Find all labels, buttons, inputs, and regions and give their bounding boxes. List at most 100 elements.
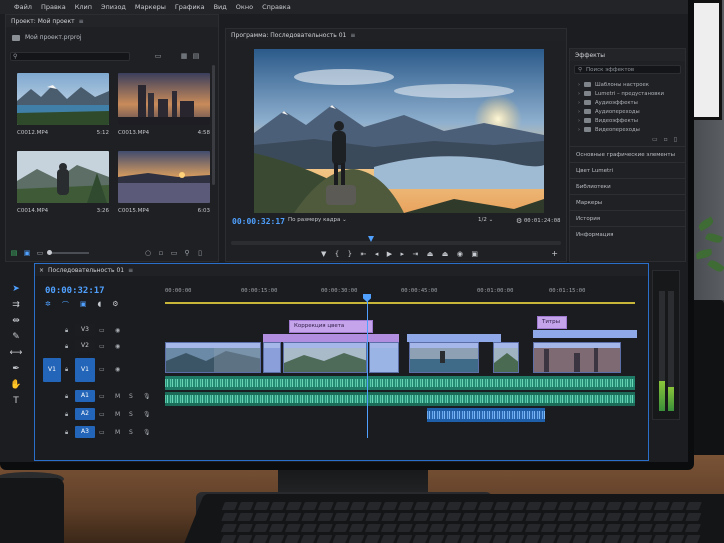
add-marker-icon[interactable]: ▣ [80, 300, 87, 310]
title-clip-titles[interactable]: Титры [537, 316, 567, 329]
mute-button[interactable]: M [115, 411, 120, 418]
video-clip[interactable] [283, 342, 367, 373]
time-ruler[interactable]: 00:00:00 00:00:15:00 00:00:30:00 00:00:4… [165, 288, 635, 304]
eye-icon[interactable]: ◉ [115, 327, 120, 334]
timeline-tab[interactable]: × Последовательность 01 ≡ [35, 264, 648, 276]
microphone-icon[interactable]: 🎙︎ [143, 411, 151, 418]
resolution-dropdown[interactable]: 1/2 ⌄ [478, 217, 493, 223]
thumbnail-view-icon[interactable]: ▣ [23, 249, 31, 257]
clip-item[interactable]: C0013.MP4 4:58 [118, 73, 210, 141]
sync-icon[interactable]: ▭ [99, 393, 105, 400]
list-icon[interactable]: ▤ [10, 249, 18, 257]
close-icon[interactable]: × [39, 267, 44, 274]
razor-tool-icon[interactable]: ✎ [12, 332, 20, 342]
wrench-icon[interactable]: ⚙ [516, 217, 522, 225]
track-name[interactable]: V2 [75, 340, 95, 352]
mark-in-icon[interactable]: { [335, 250, 339, 258]
wrench-icon[interactable]: ⚙ [112, 300, 118, 310]
lock-icon[interactable]: 🔒︎ [65, 327, 68, 335]
trash-icon[interactable]: ▯ [196, 249, 204, 257]
effects-folder[interactable]: › Аудиопереходы [578, 107, 677, 116]
menu-help[interactable]: Справка [262, 3, 291, 11]
sync-icon[interactable]: ▭ [99, 327, 105, 334]
sort-icon[interactable]: ○ [144, 249, 152, 257]
track-select-tool-icon[interactable]: ⇉ [12, 300, 20, 310]
project-scrollbar[interactable] [212, 65, 215, 185]
folder-icon[interactable]: ▭ [170, 249, 178, 257]
history-tab[interactable]: История [570, 210, 685, 226]
menu-file[interactable]: Файл [14, 3, 32, 11]
v2-clip[interactable] [407, 334, 501, 342]
track-name[interactable]: A3 [75, 426, 95, 438]
libraries-tab[interactable]: Библиотеки [570, 178, 685, 194]
audio-clip[interactable] [427, 408, 545, 422]
effects-tab[interactable]: Эффекты [570, 49, 685, 61]
step-forward-icon[interactable]: ▸ [401, 250, 405, 258]
video-clip[interactable] [369, 342, 399, 373]
track-name[interactable]: A1 [75, 390, 95, 402]
track-name[interactable]: V3 [75, 324, 95, 336]
sync-icon[interactable]: ▭ [99, 411, 105, 418]
extract-icon[interactable]: ⏏ [442, 250, 449, 258]
new-bin-icon[interactable]: ▭ [154, 53, 162, 60]
program-timecode[interactable]: 00:00:32:17 [232, 217, 285, 226]
microphone-icon[interactable]: 🎙︎ [143, 429, 151, 436]
title-clip-color-correction[interactable]: Коррекция цвета [289, 320, 373, 333]
panel-menu-icon[interactable]: ≡ [350, 32, 355, 39]
mute-button[interactable]: M [115, 429, 120, 436]
panel-menu-icon[interactable]: ≡ [79, 18, 84, 25]
camera-icon[interactable]: ▣ [471, 250, 478, 258]
sync-icon[interactable]: ▭ [99, 343, 105, 350]
menu-episode[interactable]: Эпизод [101, 3, 126, 11]
add-marker-icon[interactable]: ▼ [321, 250, 326, 258]
ripple-edit-tool-icon[interactable]: ⇹ [12, 316, 20, 326]
timeline-playhead[interactable] [367, 296, 368, 438]
icon-view-icon[interactable]: ▤ [192, 53, 200, 60]
menu-window[interactable]: Окно [236, 3, 253, 11]
thumbnail-zoom-slider[interactable] [47, 250, 89, 255]
audio-clip[interactable] [165, 376, 635, 390]
lock-icon[interactable]: 🔒︎ [65, 393, 68, 401]
lock-icon[interactable]: 🔒︎ [65, 411, 68, 419]
play-icon[interactable]: ▶ [387, 250, 392, 258]
menu-view[interactable]: Вид [214, 3, 227, 11]
lock-icon[interactable]: 🔒︎ [65, 429, 68, 437]
markers-tab[interactable]: Маркеры [570, 194, 685, 210]
lumetri-color-tab[interactable]: Цвет Lumetri [570, 162, 685, 178]
export-frame-icon[interactable]: ◉ [457, 250, 463, 258]
step-back-icon[interactable]: ◂ [375, 250, 379, 258]
trash-icon[interactable]: ▯ [674, 136, 677, 146]
timeline-clip-area[interactable]: Коррекция цвета Титры [165, 316, 637, 450]
program-scrubber[interactable] [231, 241, 561, 245]
new-item-icon[interactable]: ▫ [664, 136, 668, 146]
snap-icon[interactable]: ✲ [45, 300, 51, 310]
lift-icon[interactable]: ⏏ [427, 250, 434, 258]
pen-tool-icon[interactable]: ✒ [12, 364, 20, 374]
mark-out-icon[interactable]: } [348, 250, 352, 258]
search-icon[interactable]: ⚲ [183, 249, 191, 257]
lock-icon[interactable]: 🔒︎ [65, 343, 68, 351]
menu-graphics[interactable]: Графика [175, 3, 205, 11]
freeform-view-icon[interactable]: ▭ [36, 249, 44, 257]
project-search-input[interactable]: ⚲ [10, 52, 130, 61]
track-name[interactable]: V1 [75, 358, 95, 382]
program-video-frame[interactable] [254, 49, 544, 213]
fit-dropdown[interactable]: По размеру кадра ⌄ [288, 217, 347, 223]
lock-icon[interactable]: 🔒︎ [65, 366, 68, 374]
effects-folder[interactable]: › Видеоэффекты [578, 116, 677, 125]
new-item-icon[interactable]: ▫ [157, 249, 165, 257]
work-area-bar[interactable] [165, 302, 635, 304]
linked-selection-icon[interactable]: ⌒ [62, 300, 69, 310]
sync-icon[interactable]: ▭ [99, 429, 105, 436]
effects-folder[interactable]: › Шаблоны настроек [578, 80, 677, 89]
new-folder-icon[interactable]: ▭ [652, 136, 658, 146]
clip-item[interactable]: C0015.MP4 6:03 [118, 151, 210, 219]
go-to-out-icon[interactable]: ⇥ [412, 250, 418, 258]
solo-button[interactable]: S [129, 411, 133, 418]
video-clip[interactable] [165, 342, 261, 373]
type-tool-icon[interactable]: T [13, 396, 19, 406]
video-clip[interactable] [263, 342, 281, 373]
clip-item[interactable]: C0012.MP4 5:12 [17, 73, 109, 141]
effects-folder[interactable]: › Аудиоэффекты [578, 98, 677, 107]
solo-button[interactable]: S [129, 393, 133, 400]
